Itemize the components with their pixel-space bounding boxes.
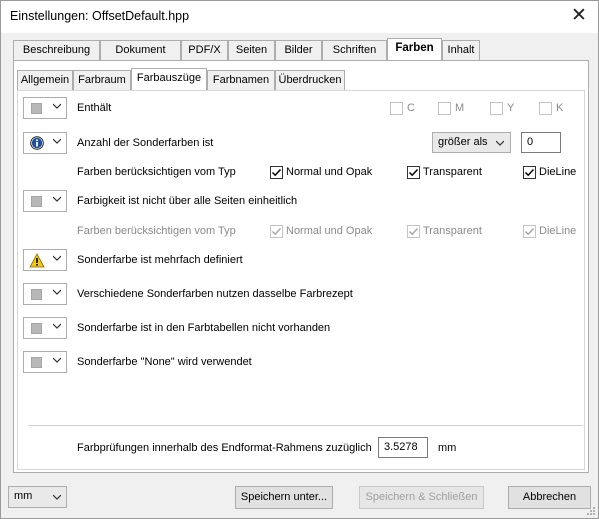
resize-grip-icon[interactable] <box>586 506 596 516</box>
chevron-down-icon <box>53 255 61 261</box>
chevron-down-icon <box>53 323 61 329</box>
chevron-down-icon <box>53 494 61 500</box>
check-icon <box>408 227 419 236</box>
chevron-down-icon <box>53 103 61 109</box>
severity-select-same-recipe[interactable] <box>23 283 67 305</box>
none-used-label: Sonderfarbe "None" wird verwendet <box>77 356 252 368</box>
severity-select-not-in-tables[interactable] <box>23 317 67 339</box>
chevron-down-icon <box>53 289 61 295</box>
tab-farbraum[interactable]: Farbraum <box>73 70 131 90</box>
normal-opak-label: Normal und Opak <box>286 166 373 178</box>
check-icon <box>271 168 282 177</box>
check-icon <box>408 168 419 177</box>
checkbox-k[interactable] <box>539 102 552 115</box>
severity-select-inconsistent[interactable] <box>23 190 67 212</box>
checkbox-k-label: K <box>556 102 564 114</box>
checkbox-m[interactable] <box>438 102 451 115</box>
check-icon <box>524 227 535 236</box>
dieline-label-2: DieLine <box>539 225 577 237</box>
types-label: Farben berücksichtigen vom Typ <box>77 166 236 178</box>
spot-count-input[interactable]: 0 <box>521 132 561 153</box>
checkbox-dieline-2[interactable] <box>523 225 536 238</box>
tab-pdfx[interactable]: PDF/X <box>181 40 228 61</box>
checkbox-y-label: Y <box>507 102 515 114</box>
comparison-select[interactable]: größer als <box>432 132 511 153</box>
chevron-down-icon <box>496 140 504 146</box>
farbauszuege-panel: Enthält C M Y K Anzahl der Sonderfarben … <box>17 90 585 470</box>
cancel-button[interactable]: Abbrechen <box>508 486 591 509</box>
severity-off-icon <box>31 103 42 114</box>
save-close-button[interactable]: Speichern & Schließen <box>359 486 484 509</box>
bleed-label: Farbprüfungen innerhalb des Endformat-Ra… <box>77 442 372 454</box>
inconsistent-label: Farbigkeit ist nicht über alle Seiten ei… <box>77 195 298 207</box>
tab-ueberdrucken[interactable]: Überdrucken <box>275 70 345 90</box>
checkbox-dieline[interactable] <box>523 166 536 179</box>
separator <box>28 425 583 426</box>
chevron-down-icon <box>53 138 61 144</box>
severity-select-contains[interactable] <box>23 97 67 119</box>
not-in-tables-label: Sonderfarbe ist in den Farbtabellen nich… <box>77 322 331 334</box>
tab-farbauszuege[interactable]: Farbauszüge <box>131 68 207 91</box>
checkbox-m-label: M <box>455 102 465 114</box>
dieline-label: DieLine <box>539 166 577 178</box>
transparent-label: Transparent <box>423 166 482 178</box>
title-bar: Einstellungen: OffsetDefault.hpp ✕ <box>1 1 598 33</box>
check-icon <box>524 168 535 177</box>
severity-select-spot-count[interactable] <box>23 132 67 154</box>
tab-seiten[interactable]: Seiten <box>228 40 275 61</box>
save-as-button[interactable]: Speichern unter... <box>235 486 333 509</box>
warning-icon <box>29 253 45 268</box>
spot-count-label: Anzahl der Sonderfarben ist <box>77 137 214 149</box>
severity-off-icon <box>31 323 42 334</box>
checkbox-c-label: C <box>407 102 415 114</box>
severity-select-none-used[interactable] <box>23 351 67 373</box>
farben-panel: Allgemein Farbraum Farbauszüge Farbnamen… <box>13 60 589 473</box>
contains-label: Enthält <box>77 102 112 114</box>
tab-allgemein[interactable]: Allgemein <box>17 70 73 90</box>
chevron-down-icon <box>53 357 61 363</box>
check-icon <box>271 227 282 236</box>
checkbox-c[interactable] <box>390 102 403 115</box>
checkbox-y[interactable] <box>490 102 503 115</box>
unit-select[interactable]: mm <box>8 486 67 508</box>
multi-defined-label: Sonderfarbe ist mehrfach definiert <box>77 254 243 266</box>
tab-farben[interactable]: Farben <box>387 38 442 62</box>
tab-farbnamen[interactable]: Farbnamen <box>207 70 275 90</box>
checkbox-transparent-2[interactable] <box>407 225 420 238</box>
bleed-input[interactable]: 3.5278 <box>378 437 428 458</box>
info-icon <box>30 136 44 150</box>
severity-select-multi-defined[interactable] <box>23 249 67 271</box>
checkbox-normal-opak-2[interactable] <box>270 225 283 238</box>
normal-opak-label-2: Normal und Opak <box>286 225 373 237</box>
settings-dialog: Einstellungen: OffsetDefault.hpp ✕ Besch… <box>0 0 599 519</box>
checkbox-transparent[interactable] <box>407 166 420 179</box>
tab-schriften[interactable]: Schriften <box>322 40 387 61</box>
tab-beschreibung[interactable]: Beschreibung <box>13 40 100 61</box>
severity-off-icon <box>31 289 42 300</box>
tab-bilder[interactable]: Bilder <box>275 40 322 61</box>
bleed-unit: mm <box>438 442 457 454</box>
severity-off-icon <box>31 357 42 368</box>
transparent-label-2: Transparent <box>423 225 482 237</box>
same-recipe-label: Verschiedene Sonderfarben nutzen dasselb… <box>77 288 353 300</box>
chevron-down-icon <box>53 196 61 202</box>
comparison-value: größer als <box>438 136 488 148</box>
close-icon[interactable]: ✕ <box>568 5 590 27</box>
window-title: Einstellungen: OffsetDefault.hpp <box>10 9 190 23</box>
tab-inhalt[interactable]: Inhalt <box>442 40 480 61</box>
tab-dokument[interactable]: Dokument <box>100 40 181 61</box>
checkbox-normal-opak[interactable] <box>270 166 283 179</box>
types2-label: Farben berücksichtigen vom Typ <box>77 225 236 237</box>
severity-off-icon <box>31 196 42 207</box>
